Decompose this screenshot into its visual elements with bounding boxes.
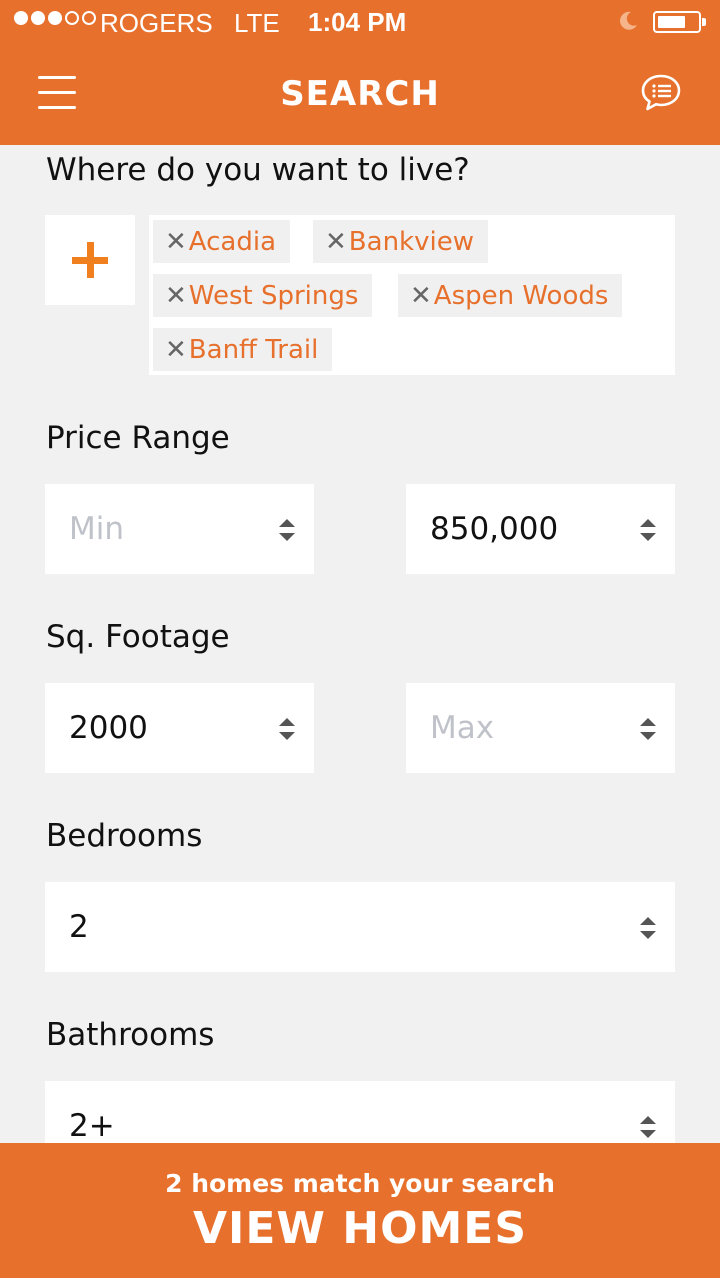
location-tag[interactable]: ✕ Bankview	[313, 220, 488, 263]
bedrooms-label: Bedrooms	[46, 818, 203, 854]
app-header: ROGERS LTE 1:04 PM SEARCH	[0, 0, 720, 145]
location-tag[interactable]: ✕ Aspen Woods	[398, 274, 623, 317]
bathrooms-label: Bathrooms	[46, 1017, 215, 1053]
remove-tag-icon[interactable]: ✕	[165, 281, 187, 311]
remove-tag-icon[interactable]: ✕	[410, 281, 432, 311]
price-max-select[interactable]: 850,000	[406, 484, 675, 574]
price-min-value: Min	[69, 511, 125, 547]
price-range-label: Price Range	[46, 420, 230, 456]
stepper-arrows-icon	[279, 519, 295, 541]
bedrooms-select[interactable]: 2	[45, 882, 675, 972]
clock: 1:04 PM	[308, 7, 407, 37]
status-bar: ROGERS LTE 1:04 PM	[0, 0, 720, 46]
carrier-name: ROGERS	[100, 8, 213, 38]
location-tags: ✕ Acadia ✕ Bankview ✕ West Springs ✕ Asp…	[149, 215, 675, 375]
stepper-arrows-icon	[640, 519, 656, 541]
tag-label: West Springs	[188, 280, 359, 311]
sq-footage-label: Sq. Footage	[46, 619, 230, 655]
signal-strength-icon	[14, 11, 96, 25]
remove-tag-icon[interactable]: ✕	[165, 227, 187, 257]
stepper-arrows-icon	[640, 718, 656, 740]
do-not-disturb-moon-icon	[620, 11, 637, 30]
battery-icon	[653, 11, 706, 33]
match-count-text: 2 homes match your search	[165, 1169, 555, 1198]
add-location-button[interactable]	[45, 215, 135, 305]
sqft-min-select[interactable]: 2000	[45, 683, 314, 773]
tag-label: Acadia	[188, 226, 277, 257]
stepper-arrows-icon	[279, 718, 295, 740]
location-tag[interactable]: ✕ West Springs	[153, 274, 373, 317]
tag-label: Bankview	[348, 226, 474, 257]
bedrooms-value: 2	[69, 909, 89, 945]
sqft-max-select[interactable]: Max	[406, 683, 675, 773]
price-min-select[interactable]: Min	[45, 484, 314, 574]
stepper-arrows-icon	[640, 1116, 656, 1138]
signal-dot	[65, 11, 79, 25]
signal-dot	[14, 11, 28, 25]
location-label: Where do you want to live?	[46, 152, 470, 188]
signal-dot	[48, 11, 62, 25]
tag-label: Banff Trail	[188, 334, 319, 365]
view-homes-button[interactable]: 2 homes match your search VIEW HOMES	[0, 1143, 720, 1278]
tag-label: Aspen Woods	[433, 280, 609, 311]
network-type: LTE	[234, 8, 280, 38]
stepper-arrows-icon	[640, 917, 656, 939]
location-tag[interactable]: ✕ Banff Trail	[153, 328, 333, 371]
remove-tag-icon[interactable]: ✕	[165, 335, 187, 365]
location-tag[interactable]: ✕ Acadia	[153, 220, 291, 263]
sqft-min-value: 2000	[69, 710, 148, 746]
signal-dot	[31, 11, 45, 25]
sqft-max-value: Max	[430, 710, 495, 746]
signal-dot	[82, 11, 96, 25]
page-title: SEARCH	[280, 74, 440, 114]
remove-tag-icon[interactable]: ✕	[325, 227, 347, 257]
view-homes-label: VIEW HOMES	[192, 1203, 528, 1254]
chat-bubble-icon[interactable]	[640, 72, 682, 114]
price-max-value: 850,000	[430, 511, 559, 547]
